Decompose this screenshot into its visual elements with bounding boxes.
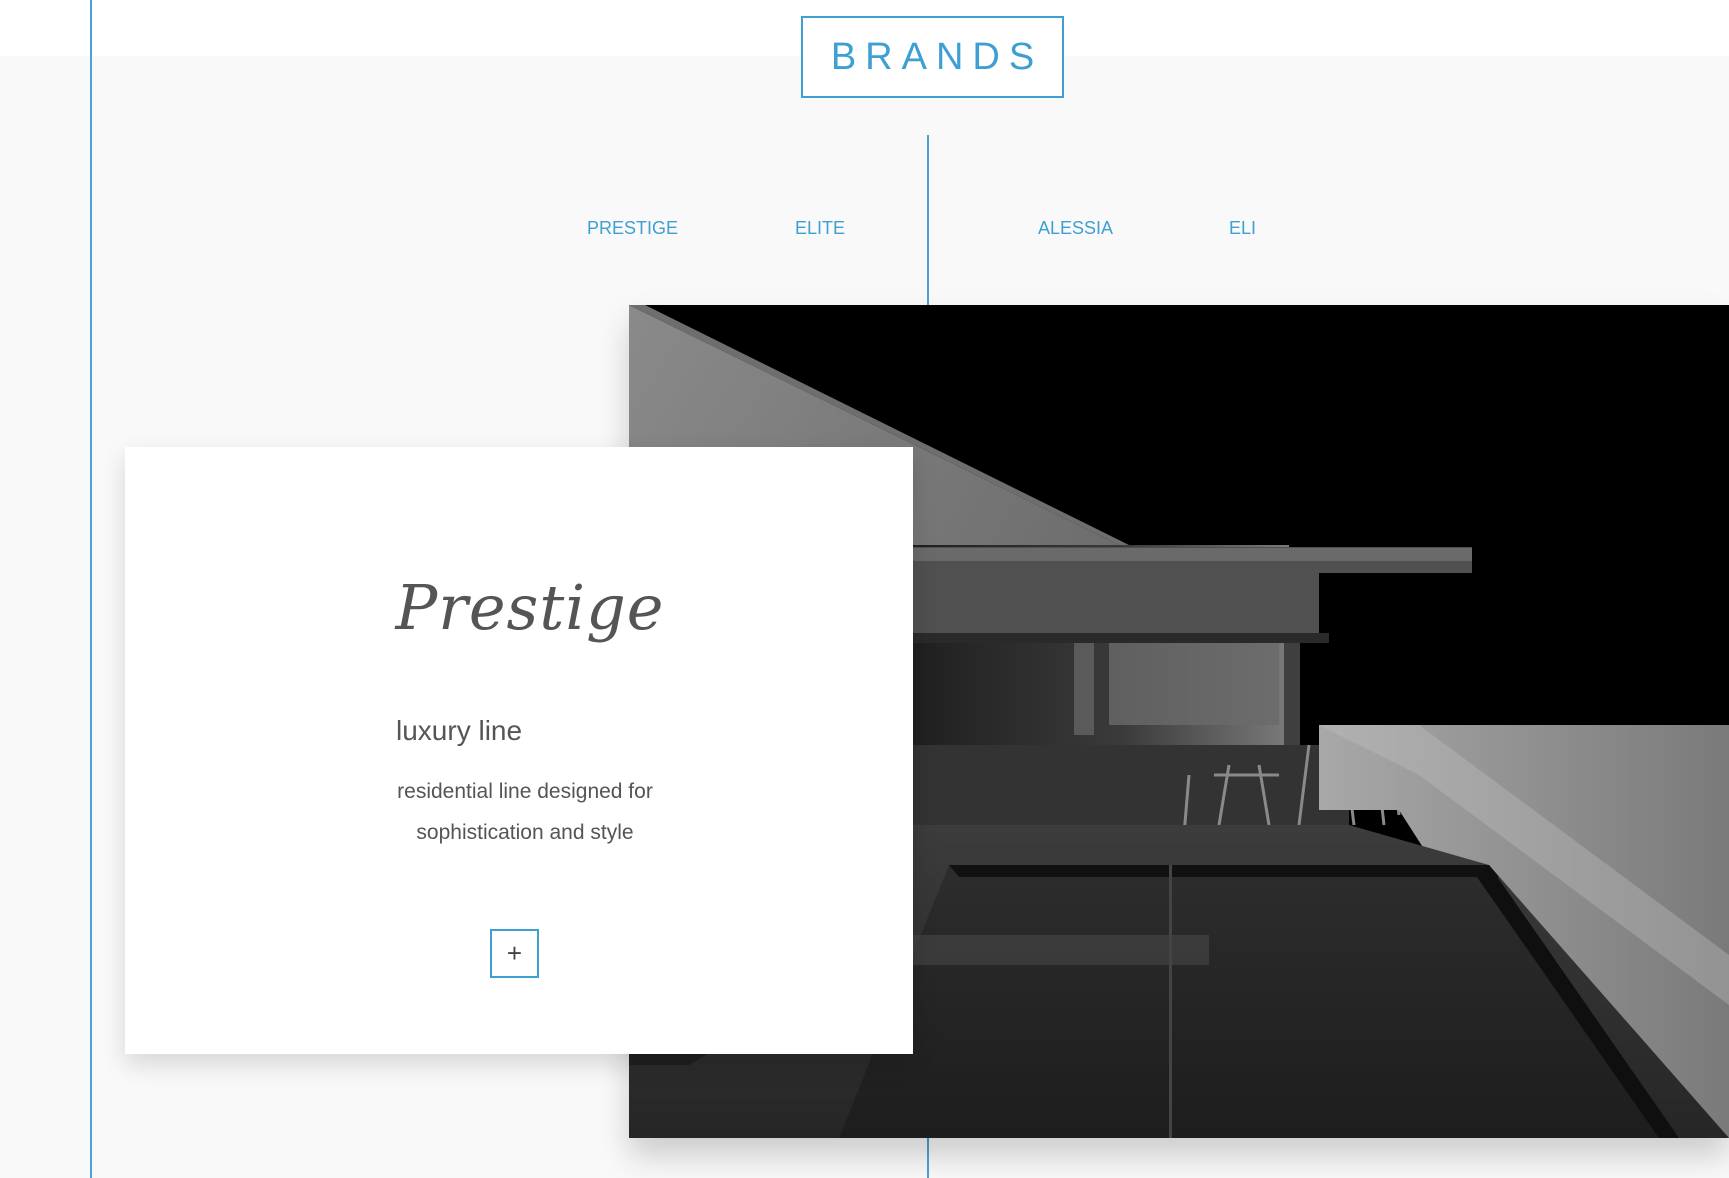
- left-guide-line: [90, 0, 92, 1178]
- card-description-line-1: residential line designed for: [397, 780, 653, 803]
- page: BRANDS PRESTIGE ELITE ALESSIA ELI Presti…: [0, 0, 1729, 1178]
- tab-alessia[interactable]: ALESSIA: [1038, 218, 1113, 239]
- card-description-line-2: sophistication and style: [416, 821, 634, 844]
- brands-heading-box: BRANDS: [801, 16, 1064, 98]
- tab-prestige[interactable]: PRESTIGE: [587, 218, 678, 239]
- brand-card: Prestige luxury line residential line de…: [125, 447, 913, 1054]
- brands-title: BRANDS: [830, 35, 1044, 78]
- expand-plus-button[interactable]: +: [490, 929, 539, 978]
- tab-elite[interactable]: ELITE: [795, 218, 845, 239]
- card-subtitle: luxury line: [396, 715, 523, 746]
- tab-eli[interactable]: ELI: [1229, 218, 1256, 239]
- card-description: residential line designed for sophistica…: [125, 771, 925, 853]
- plus-icon: +: [506, 938, 523, 968]
- card-title: Prestige: [395, 571, 665, 644]
